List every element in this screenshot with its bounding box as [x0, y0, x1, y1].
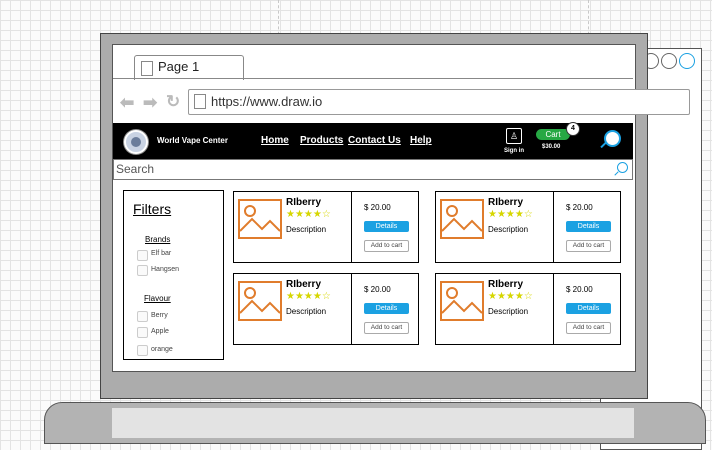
product-name[interactable]: RIberry — [286, 279, 321, 290]
card-divider — [351, 191, 352, 263]
cart-total: $30.00 — [542, 144, 561, 150]
filter-label: Elf bar — [151, 250, 172, 257]
cart-count-badge: 4 — [566, 122, 580, 136]
product-price: $ 20.00 — [364, 203, 391, 212]
nav-link-help[interactable]: Help — [410, 135, 432, 146]
filter-checkbox[interactable] — [137, 311, 148, 322]
flavour-title: Flavour — [144, 294, 171, 303]
nav-link-products[interactable]: Products — [300, 135, 343, 146]
nav-link-home[interactable]: Home — [261, 135, 289, 146]
search-placeholder: Search — [116, 162, 155, 176]
laptop-keyboard-area — [112, 408, 634, 438]
card-divider — [553, 273, 554, 345]
tab-label: Page 1 — [158, 59, 200, 74]
filter-label: Apple — [151, 328, 169, 335]
url-text: https://www.draw.io — [211, 94, 323, 109]
filter-label: Hangsen — [151, 266, 180, 273]
rating-stars-icon: ★★★★☆ — [286, 291, 331, 302]
product-name[interactable]: RIberry — [488, 197, 523, 208]
image-placeholder-icon[interactable] — [238, 199, 282, 239]
image-placeholder-icon[interactable] — [238, 281, 282, 321]
page-icon — [141, 61, 153, 76]
page-icon — [194, 94, 206, 109]
filter-checkbox[interactable] — [137, 345, 148, 356]
back-arrow-icon[interactable]: ⬅ — [120, 93, 134, 113]
rating-stars-icon: ★★★★☆ — [286, 209, 331, 220]
product-price: $ 20.00 — [364, 285, 391, 294]
add-to-cart-button[interactable]: Add to cart — [364, 322, 409, 334]
details-button[interactable]: Details — [364, 303, 409, 314]
sign-in-label[interactable]: Sign in — [504, 148, 524, 154]
cart-button[interactable]: Cart — [536, 129, 570, 140]
rating-stars-icon: ★★★★☆ — [488, 291, 533, 302]
user-icon[interactable]: ♙ — [506, 128, 522, 144]
window-control-icon[interactable] — [661, 53, 677, 69]
add-to-cart-button[interactable]: Add to cart — [364, 240, 409, 252]
image-placeholder-icon[interactable] — [440, 199, 484, 239]
rating-stars-icon: ★★★★☆ — [488, 209, 533, 220]
card-divider — [553, 191, 554, 263]
tab-strip-divider — [113, 78, 633, 79]
details-button[interactable]: Details — [566, 221, 611, 232]
details-button[interactable]: Details — [364, 221, 409, 232]
product-description: Description — [488, 225, 529, 234]
nav-link-contact-us[interactable]: Contact Us — [348, 135, 401, 146]
add-to-cart-button[interactable]: Add to cart — [566, 240, 611, 252]
product-description: Description — [488, 307, 529, 316]
filter-checkbox[interactable] — [137, 327, 148, 338]
site-logo-icon[interactable] — [124, 130, 148, 154]
filter-label: Berry — [151, 312, 168, 319]
details-button[interactable]: Details — [566, 303, 611, 314]
window-control-icon[interactable] — [679, 53, 695, 69]
reload-icon[interactable]: ↻ — [166, 92, 180, 112]
filter-label: orange — [151, 346, 173, 353]
brands-title: Brands — [145, 235, 171, 244]
filter-checkbox[interactable] — [137, 250, 148, 261]
card-divider — [351, 273, 352, 345]
brand-name: World Vape Center — [157, 136, 228, 145]
product-name[interactable]: RIberry — [286, 197, 321, 208]
image-placeholder-icon[interactable] — [440, 281, 484, 321]
search-input[interactable] — [113, 159, 633, 180]
product-name[interactable]: RIberry — [488, 279, 523, 290]
filter-checkbox[interactable] — [137, 265, 148, 276]
product-description: Description — [286, 225, 327, 234]
filters-title: Filters — [133, 201, 172, 217]
forward-arrow-icon[interactable]: ➡ — [143, 93, 157, 113]
add-to-cart-button[interactable]: Add to cart — [566, 322, 611, 334]
product-description: Description — [286, 307, 327, 316]
search-icon[interactable] — [604, 130, 621, 147]
product-price: $ 20.00 — [566, 285, 593, 294]
product-price: $ 20.00 — [566, 203, 593, 212]
